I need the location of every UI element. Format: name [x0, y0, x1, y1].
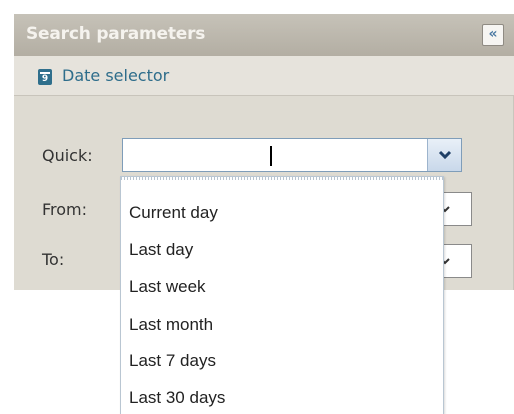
- from-label: From:: [42, 200, 88, 219]
- dropdown-option-current-day[interactable]: Current day: [129, 195, 218, 231]
- calendar-icon: 9: [38, 69, 52, 85]
- quick-dropdown-list[interactable]: Current day Last day Last week Last mont…: [120, 176, 444, 414]
- text-caret: [270, 146, 272, 166]
- dropdown-option-last-day[interactable]: Last day: [129, 232, 193, 268]
- collapse-panel-button[interactable]: «: [482, 24, 504, 46]
- panel-header: Search parameters «: [14, 14, 514, 56]
- calendar-icon-digit: 9: [41, 74, 49, 84]
- dropdown-option-last-month[interactable]: Last month: [129, 307, 213, 343]
- to-label: To:: [42, 250, 65, 269]
- quick-label: Quick:: [42, 146, 93, 165]
- dropdown-option-last-30-days[interactable]: Last 30 days: [129, 380, 225, 414]
- dropdown-option-last-7-days[interactable]: Last 7 days: [129, 343, 216, 379]
- double-chevron-left-icon: «: [488, 26, 498, 42]
- quick-select-input[interactable]: [122, 138, 462, 172]
- chevron-down-icon: [438, 150, 452, 160]
- panel-title: Search parameters: [26, 24, 206, 44]
- date-selector-section-header[interactable]: 9 Date selector: [14, 56, 514, 96]
- section-title: Date selector: [62, 66, 170, 85]
- dropdown-option-last-week[interactable]: Last week: [129, 269, 206, 305]
- quick-dropdown-button[interactable]: [427, 139, 461, 171]
